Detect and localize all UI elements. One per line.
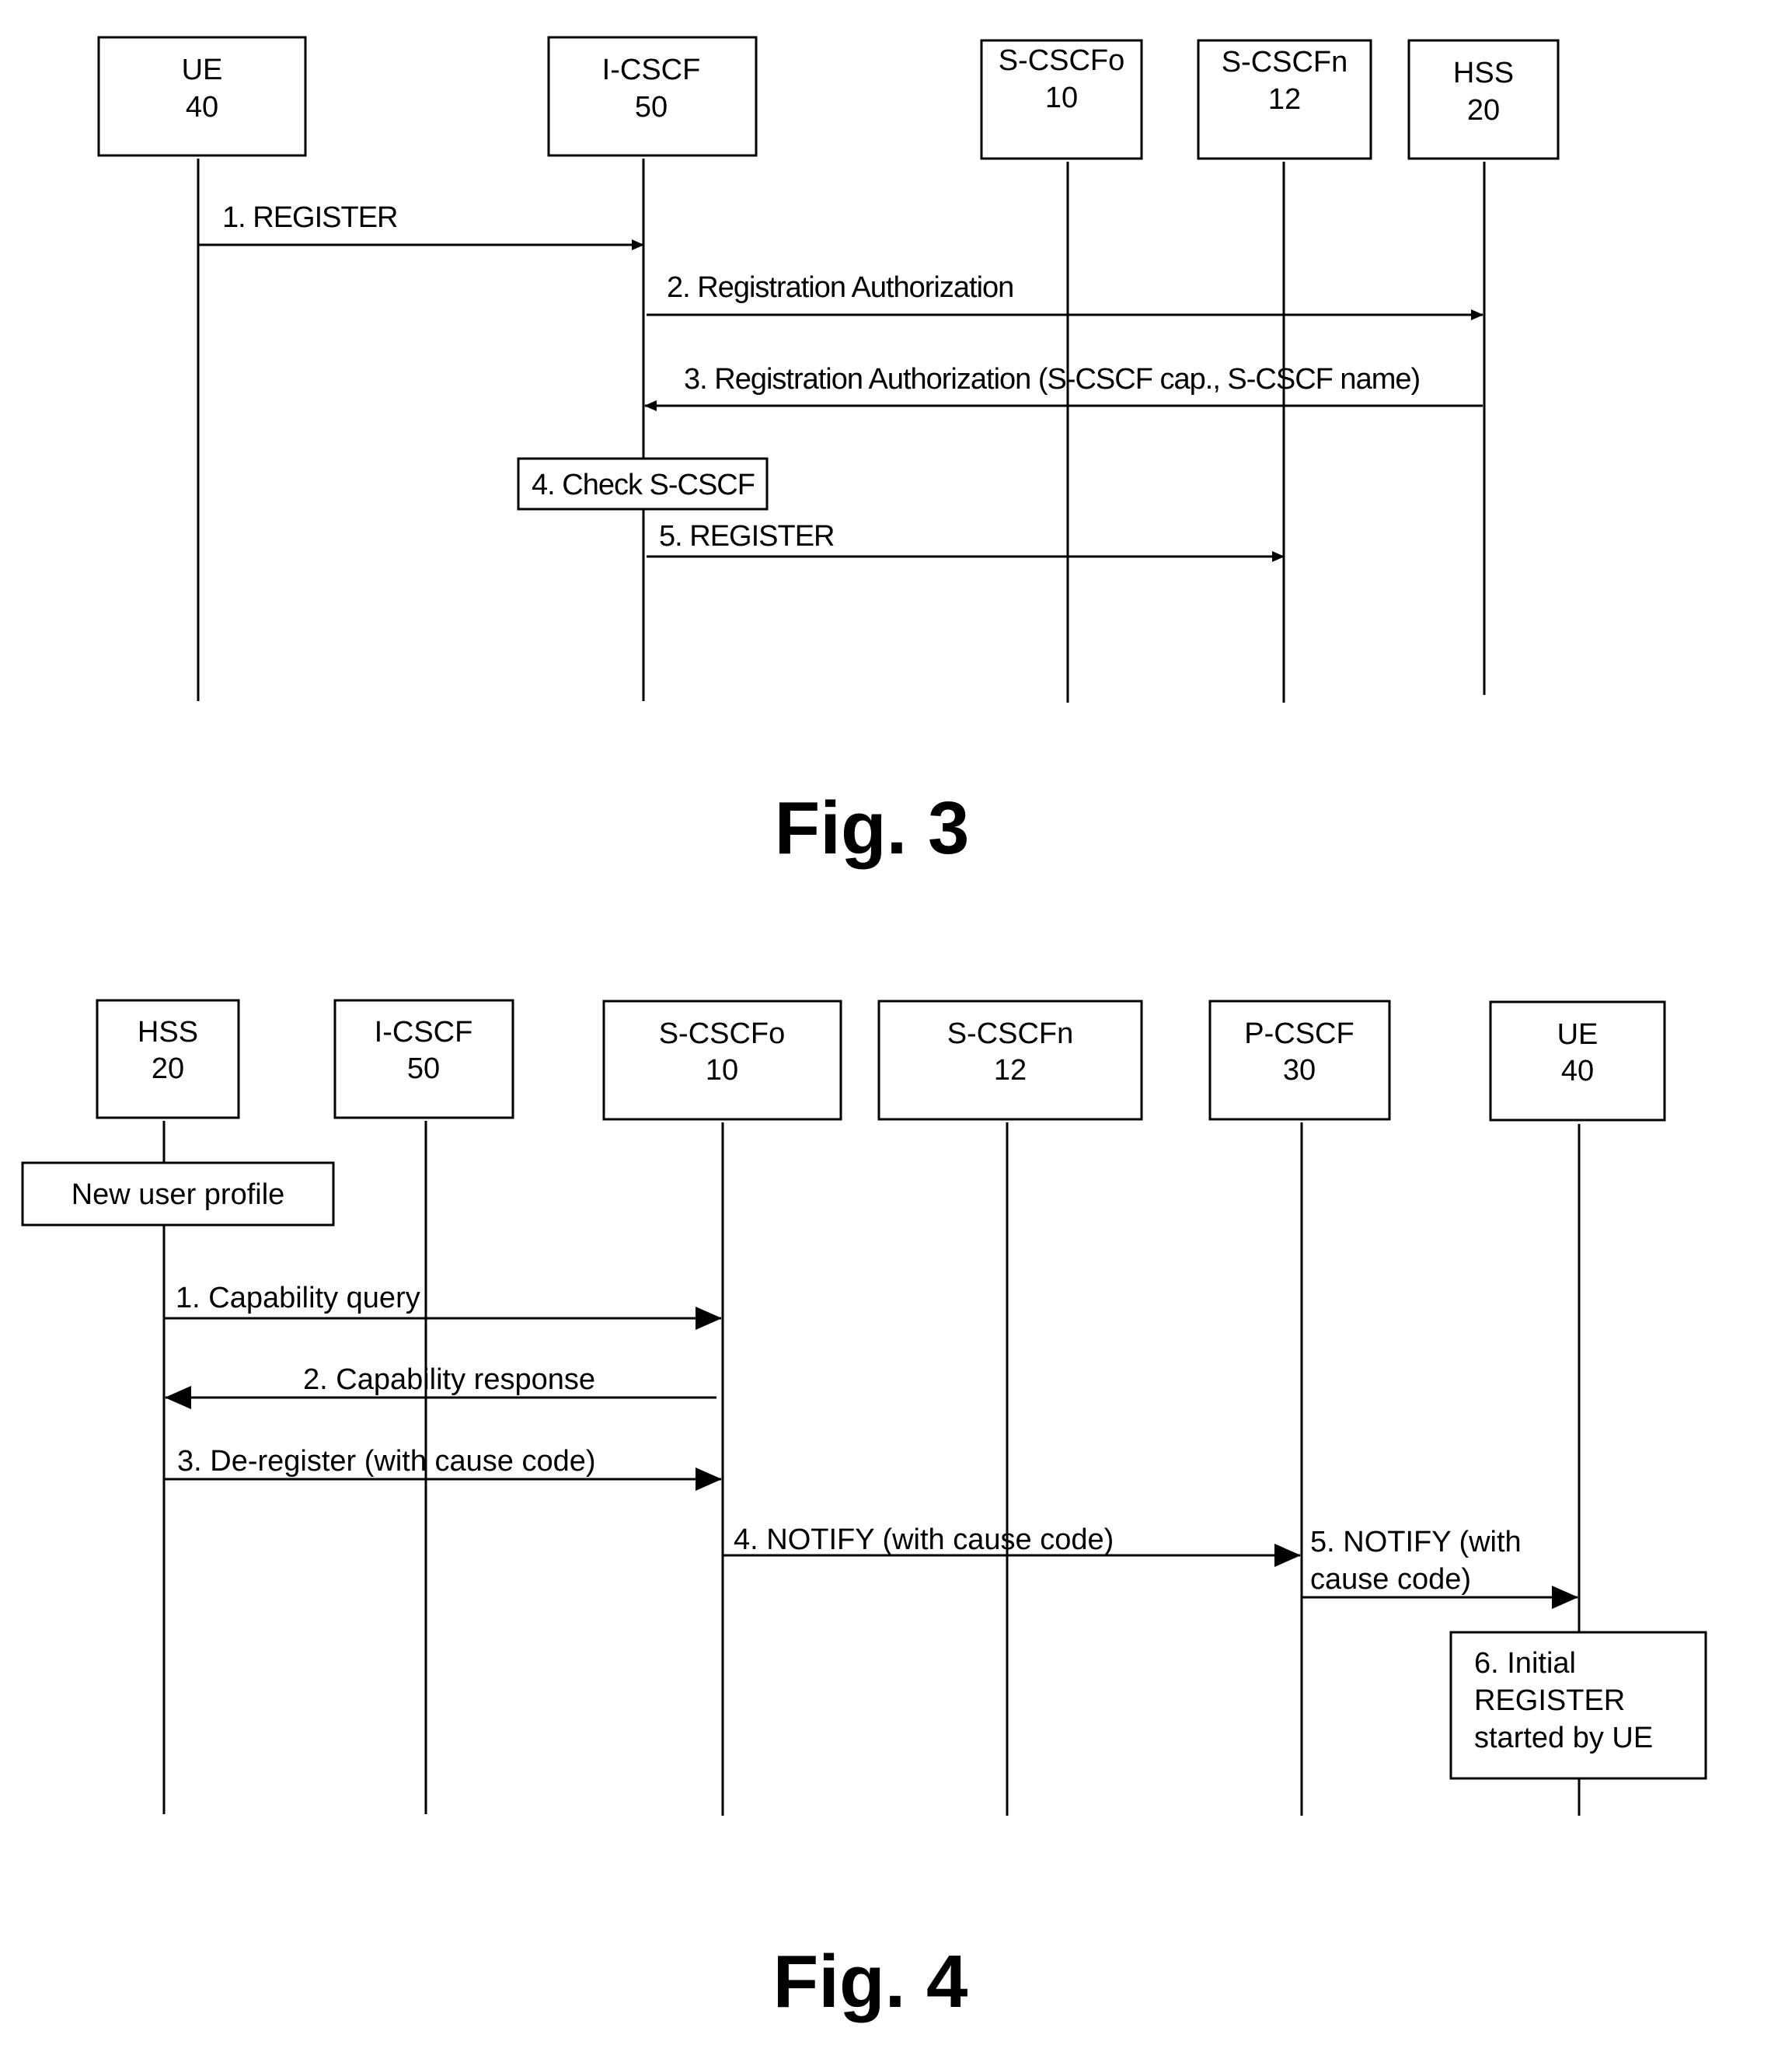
entity-ref: 50 [407,1052,440,1085]
fig3-note-check: 4. Check S-CSCF [517,457,769,511]
fig4-message-3: 3. De-register (with cause code) [164,1445,722,1491]
entity-name: UE [1557,1018,1599,1051]
entity-name: HSS [138,1016,198,1049]
note-label: New user profile [71,1178,285,1211]
entity-name: S-CSCFn [1222,46,1348,79]
entity-name: S-CSCFn [947,1017,1074,1050]
entity-name: P-CSCF [1244,1017,1354,1050]
entity-ref: 50 [635,91,668,124]
message-label-line-2: cause code) [1310,1563,1471,1596]
entity-ref: 30 [1283,1054,1316,1087]
fig4-sequence-diagram: HSS 20 I-CSCF 50 S-CSCFo 10 S-CSCFn 12 P… [21,999,1707,2023]
entity-name: I-CSCF [375,1016,473,1049]
message-label: 1. REGISTER [222,201,398,234]
fig3-message-5: 5. REGISTER [647,520,1285,562]
entity-ref: 10 [1045,82,1078,114]
entity-ref: 12 [994,1054,1027,1087]
fig3-entity-ue: UE 40 [97,36,307,701]
message-label: 3. De-register (with cause code) [177,1445,596,1478]
fig4-entity-i-cscf: I-CSCF 50 [333,999,514,1814]
fig4-message-1: 1. Capability query [164,1282,722,1330]
fig4-note-new-user-profile: New user profile [21,1161,335,1227]
note-label-line-2: REGISTER [1474,1684,1625,1717]
entity-ref: 12 [1268,83,1301,116]
message-label: 4. NOTIFY (with cause code) [734,1523,1114,1556]
fig3-entity-hss: HSS 20 [1407,39,1560,695]
entity-ref: 20 [1467,94,1500,127]
message-label: 5. REGISTER [659,520,835,553]
entity-name: S-CSCFo [659,1017,786,1050]
entity-ref: 20 [152,1052,184,1085]
fig3-caption: Fig. 3 [775,787,970,870]
note-label: 4. Check S-CSCF [532,469,755,501]
message-label-line-1: 5. NOTIFY (with [1310,1526,1522,1558]
entity-name: UE [182,54,223,86]
fig4-message-5: 5. NOTIFY (with cause code) [1302,1526,1578,1609]
fig4-entity-s-cscfo: S-CSCFo 10 [602,1000,842,1816]
message-label: 3. Registration Authorization (S-CSCF ca… [684,363,1420,396]
entity-ref: 10 [706,1054,738,1087]
entity-name: HSS [1453,57,1514,89]
fig4-caption: Fig. 4 [773,1940,968,2023]
note-label-line-3: started by UE [1474,1722,1653,1754]
message-label: 2. Registration Authorization [667,271,1013,304]
entity-name: S-CSCFo [999,44,1125,77]
fig3-sequence-diagram: UE 40 I-CSCF 50 S-CSCFo 10 S-CSCFn 12 HS… [97,36,1560,870]
note-label-line-1: 6. Initial [1474,1647,1576,1680]
entity-name: I-CSCF [602,54,701,86]
entity-ref: 40 [186,91,218,124]
entity-ref: 40 [1561,1055,1594,1087]
fig3-message-2: 2. Registration Authorization [647,271,1483,320]
fig4-entity-s-cscfn: S-CSCFn 12 [877,1000,1143,1816]
fig3-message-1: 1. REGISTER [198,201,644,250]
fig4-message-4: 4. NOTIFY (with cause code) [723,1523,1301,1567]
fig4-entity-p-cscf: P-CSCF 30 [1208,1000,1391,1816]
message-label: 2. Capability response [303,1363,595,1396]
message-label: 1. Capability query [176,1282,420,1314]
fig4-note-initial-register: 6. Initial REGISTER started by UE [1449,1631,1707,1780]
fig3-message-3: 3. Registration Authorization (S-CSCF ca… [644,363,1483,411]
fig4-message-2: 2. Capability response [165,1363,716,1409]
diagram-canvas: UE 40 I-CSCF 50 S-CSCFo 10 S-CSCFn 12 HS… [21,36,1707,2023]
fig4-entity-hss: HSS 20 [96,999,240,1814]
